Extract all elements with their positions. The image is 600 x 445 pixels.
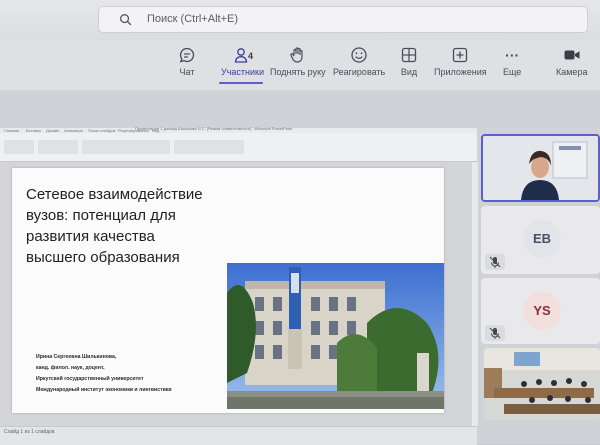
- mic-off-icon: [485, 254, 505, 270]
- more-icon: ···: [505, 47, 520, 63]
- participants-active-indicator: [219, 82, 263, 84]
- chat-button[interactable]: Чат: [178, 46, 196, 77]
- participant-video: [483, 136, 598, 200]
- slide-title-line: высшего образования: [26, 249, 180, 266]
- ribbon-group: [38, 140, 78, 154]
- raise-hand-button[interactable]: Поднять руку: [270, 46, 326, 77]
- slide-author-line: Международный институт экономики и лингв…: [36, 387, 172, 393]
- camera-button[interactable]: Камера: [556, 46, 587, 77]
- participant-video-tile[interactable]: [481, 134, 600, 202]
- university-building-photo: [227, 263, 444, 409]
- avatar: YS: [523, 292, 561, 330]
- view-button[interactable]: Вид: [400, 46, 418, 77]
- mic-off-icon: [485, 325, 505, 341]
- more-label: Еще: [503, 67, 522, 77]
- meeting-toolbar: Чат Участники 4 Поднять руку Реагировать…: [0, 40, 600, 116]
- chat-label: Чат: [179, 67, 195, 77]
- view-label: Вид: [400, 67, 418, 77]
- ribbon-tab: Анимация: [64, 128, 83, 133]
- search-icon: [120, 14, 132, 26]
- ribbon-tab: Дизайн: [46, 128, 60, 133]
- camera-label: Камера: [556, 67, 588, 77]
- participants-label: Участники: [221, 67, 264, 77]
- slide-title-line: вузов: потенциал для: [26, 207, 176, 224]
- ppt-status-bar: [0, 426, 477, 445]
- react-button[interactable]: Реагировать: [333, 46, 385, 77]
- more-button[interactable]: ··· Еще: [503, 46, 521, 77]
- participant-room-video-tile[interactable]: [484, 348, 600, 420]
- raise-hand-label: Поднять руку: [270, 67, 326, 77]
- ppt-scrollbar[interactable]: [472, 162, 478, 426]
- apps-label: Приложения: [434, 67, 487, 77]
- slide-title-line: Сетевое взаимодействие: [26, 186, 203, 203]
- raise-hand-icon: [290, 47, 303, 63]
- camera-icon: [564, 50, 580, 60]
- participants-button[interactable]: Участники: [221, 46, 264, 77]
- ribbon-group: [174, 140, 244, 154]
- ribbon-group: [4, 140, 34, 154]
- ppt-status-text: Слайд 1 из 1 слайдов: [4, 429, 55, 435]
- search-placeholder: Поиск (Ctrl+Alt+E): [147, 13, 238, 25]
- ribbon-tab: Вставка: [26, 128, 41, 133]
- react-label: Реагировать: [333, 67, 386, 77]
- slide-author-line: Иркутский государственный университет: [36, 376, 144, 382]
- avatar: EB: [523, 220, 561, 258]
- ribbon-tab: Рецензирование: [118, 128, 149, 133]
- slide-author-line: канд. филол. наук, доцент,: [36, 365, 105, 371]
- apps-plus-icon: [453, 47, 468, 63]
- slide-title-line: развития качества: [26, 228, 155, 245]
- ribbon-tab: Вид: [152, 128, 160, 133]
- room-video: [484, 348, 600, 420]
- title-bar: Поиск (Ctrl+Alt+E): [0, 0, 600, 40]
- ribbon-tab: Главная: [4, 128, 20, 133]
- slide-author-line: Ирина Сергеевна Шилькинова,: [36, 354, 117, 360]
- chat-icon: [179, 47, 195, 63]
- smiley-icon: [351, 47, 367, 63]
- ribbon-tab: Показ слайдов: [88, 128, 116, 133]
- participants-count: 4: [248, 51, 254, 61]
- grid-view-icon: [401, 47, 417, 63]
- slide-author: Ирина Сергеевна Шилькинова, канд. филол.…: [36, 352, 236, 396]
- slide-title: Сетевое взаимодействие вузов: потенциал …: [26, 184, 236, 268]
- ribbon-group: [82, 140, 170, 154]
- apps-button[interactable]: Приложения: [434, 46, 487, 77]
- search-input[interactable]: Поиск (Ctrl+Alt+E): [98, 6, 588, 33]
